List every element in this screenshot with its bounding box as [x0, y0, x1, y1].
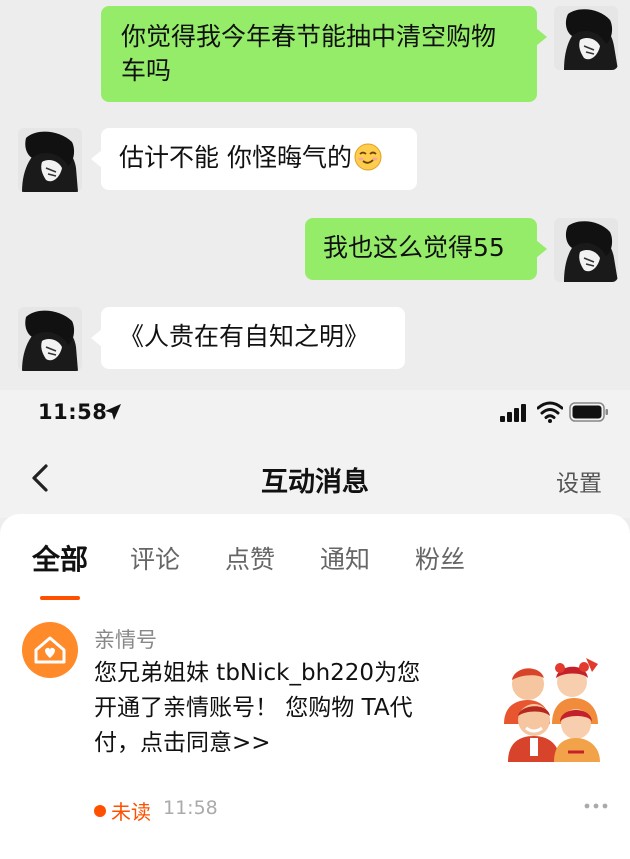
- message-text: 车吗: [121, 56, 172, 85]
- tab-bar: 全部 评论 点赞 通知 粉丝: [0, 534, 630, 600]
- notification-text-line: 付，点击同意>>: [94, 730, 271, 756]
- message-bubble-outgoing[interactable]: 我也这么觉得55: [305, 218, 547, 280]
- message-bubble-incoming[interactable]: 《人贵在有自知之明》: [91, 307, 405, 369]
- avatar[interactable]: [554, 6, 618, 70]
- message-text: 《人贵在有自知之明》: [119, 322, 370, 351]
- status-bar: 11:58: [0, 390, 630, 438]
- message-text: 估计不能 你怪晦气的: [119, 143, 352, 172]
- page-title: 互动消息: [261, 467, 369, 498]
- location-arrow-icon: [105, 404, 121, 420]
- tab-notifications[interactable]: 通知: [320, 540, 370, 576]
- message-bubble-outgoing[interactable]: 你觉得我今年春节能抽中清空购物 车吗: [101, 6, 547, 102]
- tab-followers[interactable]: 粉丝: [415, 540, 465, 576]
- notification-item[interactable]: 亲情号 您兄弟姐妹 tbNick_bh220为您 开通了亲情账号！ 您购物 TA…: [0, 614, 630, 854]
- message-bubble-incoming[interactable]: 估计不能 你怪晦气的: [91, 128, 417, 190]
- status-time: 11:58: [38, 400, 108, 424]
- unread-status: 未读: [111, 800, 151, 824]
- tab-comments[interactable]: 评论: [130, 540, 180, 576]
- settings-button[interactable]: 设置: [556, 464, 602, 498]
- message-text: 我也这么觉得55: [323, 233, 505, 262]
- chat-transcript: 你觉得我今年春节能抽中清空购物 车吗 估计不能 你怪晦气的 我也这么觉得55 《…: [0, 0, 630, 390]
- tab-all[interactable]: 全部: [32, 538, 88, 578]
- avatar[interactable]: [554, 218, 618, 282]
- family-house-icon: [22, 622, 78, 678]
- notification-sender: 亲情号: [94, 628, 157, 652]
- family-illustration-image: [498, 654, 604, 762]
- notification-text-line: 您兄弟姐妹 tbNick_bh220为您: [94, 660, 421, 686]
- active-tab-indicator: [40, 596, 80, 600]
- smirk-emoji-icon: [354, 143, 382, 171]
- notification-text: 您兄弟姐妹 tbNick_bh220为您 开通了亲情账号！ 您购物 TA代 付，…: [94, 656, 474, 761]
- avatar[interactable]: [18, 307, 82, 371]
- notification-time: 11:58: [163, 797, 218, 819]
- tab-likes[interactable]: 点赞: [225, 540, 275, 576]
- more-options-icon[interactable]: [583, 802, 609, 810]
- message-text: 你觉得我今年春节能抽中清空购物: [121, 22, 497, 51]
- signal-icon: [500, 404, 526, 422]
- battery-icon: [569, 402, 608, 422]
- wifi-icon: [537, 401, 563, 423]
- nav-bar: 互动消息 设置: [0, 438, 630, 518]
- notification-text-line: 开通了亲情账号！ 您购物 TA代: [94, 695, 413, 721]
- avatar[interactable]: [18, 128, 82, 192]
- messages-card: 全部 评论 点赞 通知 粉丝 亲情号 您兄弟姐妹 tbNick_bh220为您 …: [0, 514, 630, 859]
- unread-dot: [94, 805, 106, 817]
